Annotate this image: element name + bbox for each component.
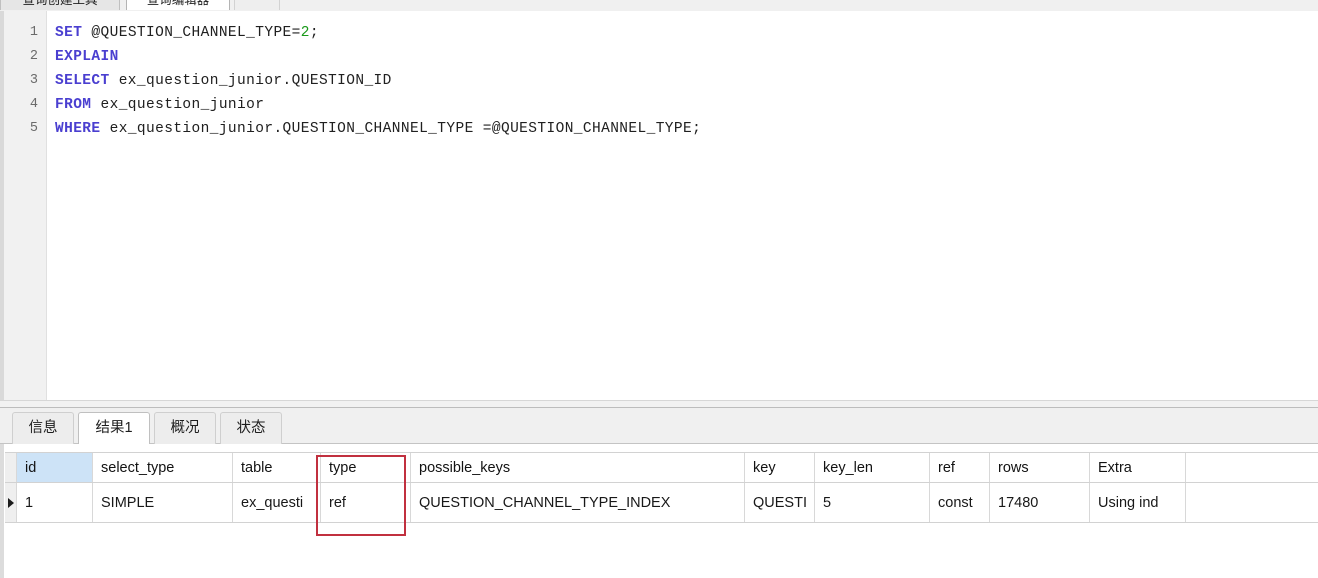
cell-select-type[interactable]: SIMPLE xyxy=(93,483,233,522)
cell-table[interactable]: ex_questi xyxy=(233,483,321,522)
code-line-5: WHERE ex_question_junior.QUESTION_CHANNE… xyxy=(55,117,701,141)
pane-splitter[interactable] xyxy=(0,400,1318,408)
current-row-arrow-icon xyxy=(7,497,14,508)
tab-extra[interactable] xyxy=(234,0,280,10)
grid-left-rail xyxy=(0,444,4,578)
column-header-rows[interactable]: rows xyxy=(990,453,1090,482)
results-grid[interactable]: id select_type table type possible_keys … xyxy=(0,444,1318,578)
column-header-key[interactable]: key xyxy=(745,453,815,482)
sql-keyword: SET xyxy=(55,25,83,41)
column-header-extra[interactable]: Extra xyxy=(1090,453,1186,482)
line-number: 4 xyxy=(29,97,38,112)
sql-keyword: SELECT xyxy=(55,73,110,89)
tab-profile[interactable]: 概况 xyxy=(154,412,216,444)
row-marker-header xyxy=(5,453,17,482)
table-row[interactable]: 1 SIMPLE ex_questi ref QUESTION_CHANNEL_… xyxy=(5,483,1318,523)
column-header-select-type[interactable]: select_type xyxy=(93,453,233,482)
cell-extra[interactable]: Using ind xyxy=(1090,483,1186,522)
code-line-4: FROM ex_question_junior xyxy=(55,93,264,117)
column-header-id[interactable]: id xyxy=(17,453,93,482)
line-number-gutter: 1 2 3 4 5 xyxy=(0,11,47,400)
tab-query-editor[interactable]: 查询编辑器 xyxy=(126,0,230,10)
sql-text: ex_question_junior.QUESTION_ID xyxy=(109,73,392,89)
tab-query-builder[interactable]: 查询创建工具 xyxy=(0,0,120,10)
cell-id[interactable]: 1 xyxy=(17,483,93,522)
table-header-row: id select_type table type possible_keys … xyxy=(5,452,1318,483)
sql-editor-pane[interactable]: 1 2 3 4 5 SET @QUESTION_CHANNEL_TYPE=2; … xyxy=(0,11,1318,401)
sql-text: @QUESTION_CHANNEL_TYPE= xyxy=(82,25,301,41)
column-header-possible-keys[interactable]: possible_keys xyxy=(411,453,745,482)
column-header-key-len[interactable]: key_len xyxy=(815,453,930,482)
sql-text: ex_question_junior xyxy=(91,97,265,113)
cell-key-len[interactable]: 5 xyxy=(815,483,930,522)
sql-punct: ; xyxy=(309,25,319,41)
cell-ref[interactable]: const xyxy=(930,483,990,522)
cell-possible-keys[interactable]: QUESTION_CHANNEL_TYPE_INDEX xyxy=(411,483,745,522)
sql-text: ex_question_junior.QUESTION_CHANNEL_TYPE… xyxy=(100,121,693,137)
sql-literal: 2 xyxy=(300,25,310,41)
code-line-1: SET @QUESTION_CHANNEL_TYPE=2; xyxy=(55,21,319,45)
sql-code-area[interactable]: SET @QUESTION_CHANNEL_TYPE=2; EXPLAIN SE… xyxy=(55,11,1310,400)
cell-rows[interactable]: 17480 xyxy=(990,483,1090,522)
sql-keyword: EXPLAIN xyxy=(55,49,119,65)
code-line-2: EXPLAIN xyxy=(55,45,119,69)
row-marker-current[interactable] xyxy=(5,483,17,522)
line-number: 1 xyxy=(29,25,38,40)
grid-inner: id select_type table type possible_keys … xyxy=(5,452,1318,578)
column-header-ref[interactable]: ref xyxy=(930,453,990,482)
gutter-edge xyxy=(0,11,4,400)
sql-keyword: FROM xyxy=(55,97,92,113)
code-line-3: SELECT ex_question_junior.QUESTION_ID xyxy=(55,69,392,93)
sql-keyword: WHERE xyxy=(55,121,101,137)
tab-info[interactable]: 信息 xyxy=(12,412,74,444)
line-number: 2 xyxy=(29,49,38,64)
line-number: 3 xyxy=(29,73,38,88)
results-tab-strip: 信息 结果1 概况 状态 xyxy=(0,408,1318,445)
column-header-table[interactable]: table xyxy=(233,453,321,482)
sql-punct: ; xyxy=(692,121,702,137)
tab-status[interactable]: 状态 xyxy=(220,412,282,444)
cell-key[interactable]: QUESTI xyxy=(745,483,815,522)
column-header-type[interactable]: type xyxy=(321,453,411,482)
line-number: 5 xyxy=(29,121,38,136)
cell-type[interactable]: ref xyxy=(321,483,411,522)
tab-result1[interactable]: 结果1 xyxy=(78,412,150,445)
